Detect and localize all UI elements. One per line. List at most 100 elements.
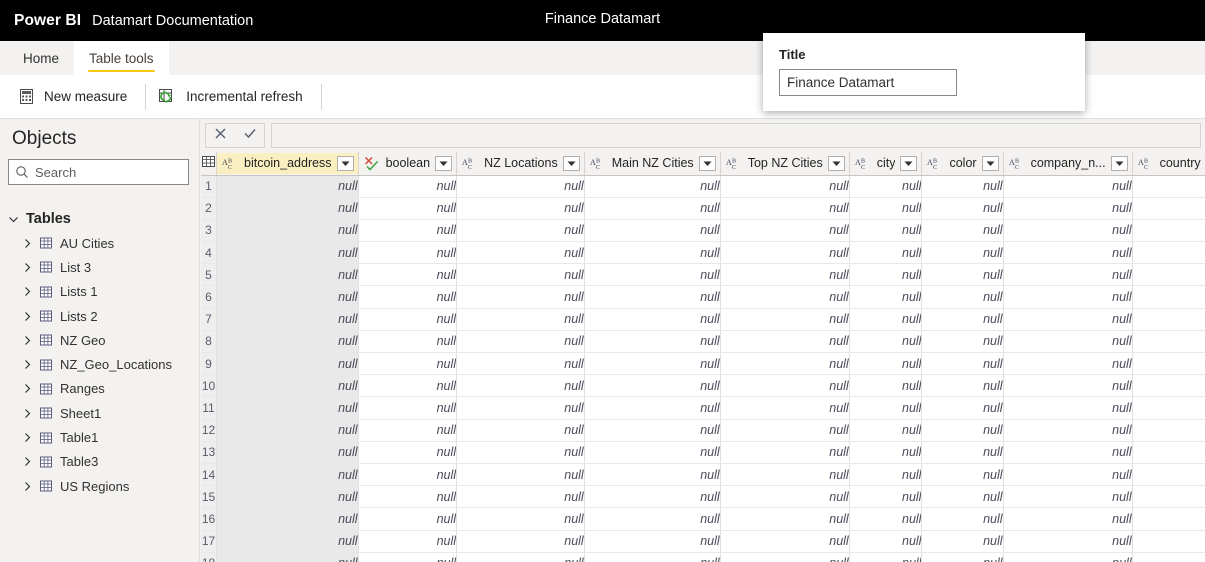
tree-item-table[interactable]: Sheet1 xyxy=(0,401,199,425)
table-cell[interactable]: null xyxy=(922,552,1003,562)
chevron-right-icon[interactable] xyxy=(22,408,33,419)
table-cell[interactable]: null xyxy=(584,441,720,463)
table-cell[interactable]: null xyxy=(922,242,1003,264)
tree-item-table[interactable]: Lists 1 xyxy=(0,280,199,304)
tree-item-table[interactable]: Table1 xyxy=(0,425,199,449)
table-row[interactable]: 10nullnullnullnullnullnullnullnullnull xyxy=(201,375,1205,397)
table-cell[interactable]: null xyxy=(358,175,457,197)
table-cell[interactable]: null xyxy=(457,286,585,308)
table-cell[interactable]: null xyxy=(358,419,457,441)
table-cell[interactable]: null xyxy=(358,330,457,352)
table-cell[interactable]: null xyxy=(849,508,922,530)
table-cell[interactable]: null xyxy=(217,286,359,308)
tree-item-table[interactable]: NZ_Geo_Locations xyxy=(0,352,199,376)
table-row[interactable]: 4nullnullnullnullnullnullnullnullnull xyxy=(201,242,1205,264)
table-cell[interactable]: null xyxy=(1003,197,1132,219)
table-cell[interactable]: null xyxy=(457,375,585,397)
table-cell[interactable]: null xyxy=(457,463,585,485)
row-number[interactable]: 12 xyxy=(201,419,217,441)
table-cell[interactable]: null xyxy=(720,286,849,308)
table-cell[interactable]: null xyxy=(358,308,457,330)
table-cell[interactable]: null xyxy=(849,286,922,308)
table-cell[interactable]: null xyxy=(1003,375,1132,397)
table-cell[interactable]: null xyxy=(1132,441,1205,463)
table-cell[interactable]: null xyxy=(849,530,922,552)
table-cell[interactable]: null xyxy=(720,463,849,485)
row-number[interactable]: 3 xyxy=(201,219,217,241)
chevron-right-icon[interactable] xyxy=(22,238,33,249)
row-number[interactable]: 13 xyxy=(201,441,217,463)
table-cell[interactable]: null xyxy=(457,219,585,241)
table-cell[interactable]: null xyxy=(358,353,457,375)
table-cell[interactable]: null xyxy=(1132,197,1205,219)
table-cell[interactable]: null xyxy=(849,375,922,397)
table-cell[interactable]: null xyxy=(1003,242,1132,264)
table-cell[interactable]: null xyxy=(1003,508,1132,530)
chevron-right-icon[interactable] xyxy=(22,262,33,273)
objects-search-box[interactable] xyxy=(8,159,189,185)
table-cell[interactable]: null xyxy=(720,175,849,197)
table-cell[interactable]: null xyxy=(720,264,849,286)
table-cell[interactable]: null xyxy=(358,219,457,241)
table-cell[interactable]: null xyxy=(1132,375,1205,397)
title-input[interactable] xyxy=(779,69,957,96)
table-cell[interactable]: null xyxy=(849,242,922,264)
table-cell[interactable]: null xyxy=(849,330,922,352)
table-cell[interactable]: null xyxy=(720,397,849,419)
table-cell[interactable]: null xyxy=(720,242,849,264)
column-filter-dropdown[interactable] xyxy=(900,156,917,171)
tree-item-table[interactable]: NZ Geo xyxy=(0,328,199,352)
table-cell[interactable]: null xyxy=(922,264,1003,286)
table-cell[interactable]: null xyxy=(358,441,457,463)
table-row[interactable]: 11nullnullnullnullnullnullnullnullnull xyxy=(201,397,1205,419)
row-number[interactable]: 8 xyxy=(201,330,217,352)
table-cell[interactable]: null xyxy=(922,197,1003,219)
table-cell[interactable]: null xyxy=(217,486,359,508)
table-row[interactable]: 6nullnullnullnullnullnullnullnullnull xyxy=(201,286,1205,308)
table-cell[interactable]: null xyxy=(457,175,585,197)
table-cell[interactable]: null xyxy=(217,441,359,463)
table-cell[interactable]: null xyxy=(720,375,849,397)
table-row[interactable]: 15nullnullnullnullnullnullnullnullnull xyxy=(201,486,1205,508)
table-row[interactable]: 17nullnullnullnullnullnullnullnullnull xyxy=(201,530,1205,552)
table-cell[interactable]: null xyxy=(922,441,1003,463)
table-row[interactable]: 16nullnullnullnullnullnullnullnullnull xyxy=(201,508,1205,530)
table-cell[interactable]: null xyxy=(358,508,457,530)
table-cell[interactable]: null xyxy=(1003,353,1132,375)
table-cell[interactable]: null xyxy=(849,397,922,419)
table-cell[interactable]: null xyxy=(217,219,359,241)
table-cell[interactable]: null xyxy=(1003,441,1132,463)
powerbi-logo-text[interactable]: Power BI xyxy=(14,12,81,30)
table-cell[interactable]: null xyxy=(1132,552,1205,562)
incremental-refresh-button[interactable]: Incremental refresh xyxy=(152,82,314,112)
table-row[interactable]: 9nullnullnullnullnullnullnullnullnull xyxy=(201,353,1205,375)
table-cell[interactable]: null xyxy=(922,463,1003,485)
select-all-corner[interactable] xyxy=(201,152,217,175)
table-cell[interactable]: null xyxy=(457,530,585,552)
column-header[interactable]: ABCTop NZ Cities xyxy=(720,152,849,175)
table-cell[interactable]: null xyxy=(217,530,359,552)
table-cell[interactable]: null xyxy=(358,552,457,562)
table-row[interactable]: 3nullnullnullnullnullnullnullnullnull xyxy=(201,219,1205,241)
table-cell[interactable]: null xyxy=(584,530,720,552)
table-cell[interactable]: null xyxy=(358,197,457,219)
table-cell[interactable]: null xyxy=(457,508,585,530)
table-cell[interactable]: null xyxy=(720,197,849,219)
table-cell[interactable]: null xyxy=(1003,286,1132,308)
row-number[interactable]: 10 xyxy=(201,375,217,397)
row-number[interactable]: 5 xyxy=(201,264,217,286)
table-cell[interactable]: null xyxy=(358,463,457,485)
table-cell[interactable]: null xyxy=(217,353,359,375)
table-cell[interactable]: null xyxy=(720,419,849,441)
table-cell[interactable]: null xyxy=(849,264,922,286)
row-number[interactable]: 15 xyxy=(201,486,217,508)
row-number[interactable]: 9 xyxy=(201,353,217,375)
table-cell[interactable]: null xyxy=(358,286,457,308)
table-cell[interactable]: null xyxy=(217,330,359,352)
table-cell[interactable]: null xyxy=(457,242,585,264)
table-cell[interactable]: null xyxy=(1132,397,1205,419)
column-header[interactable]: boolean xyxy=(358,152,457,175)
column-header[interactable]: ABCMain NZ Cities xyxy=(584,152,720,175)
table-cell[interactable]: null xyxy=(1003,419,1132,441)
table-cell[interactable]: null xyxy=(584,219,720,241)
